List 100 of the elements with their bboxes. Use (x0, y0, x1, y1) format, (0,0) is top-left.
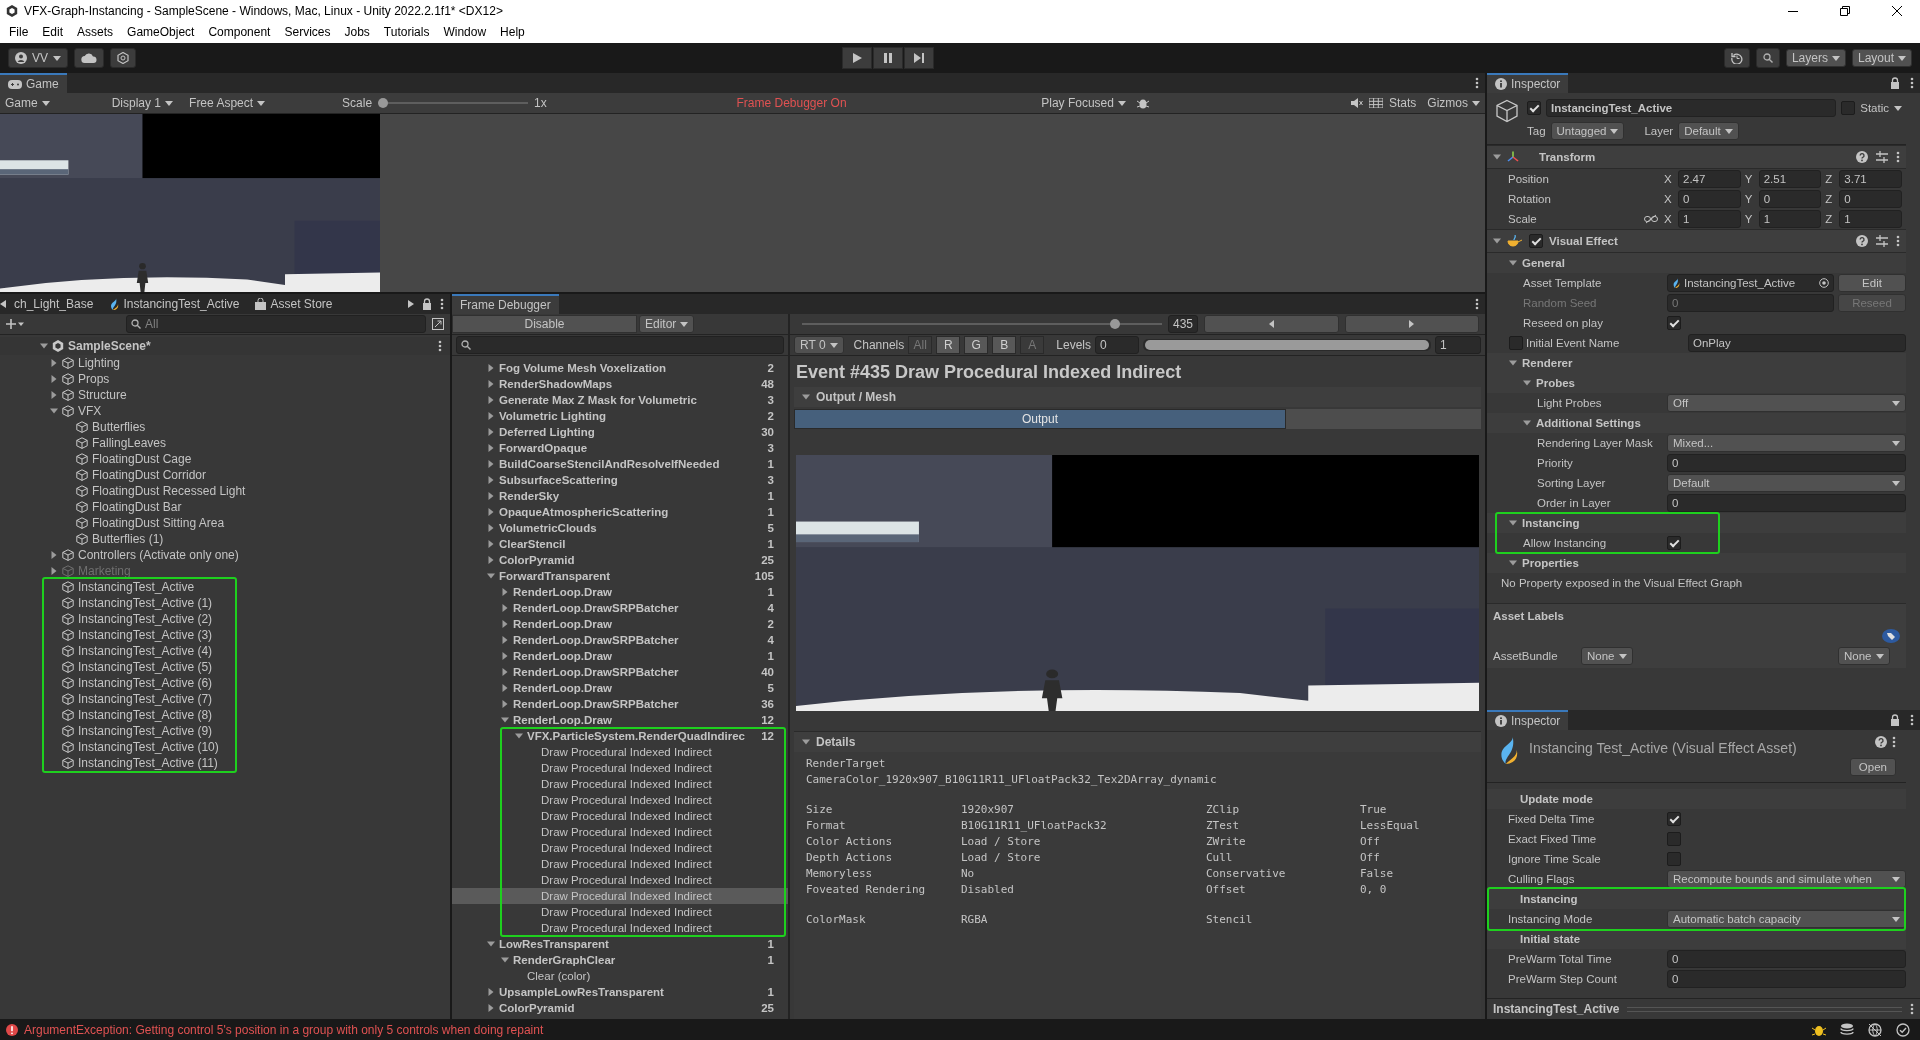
caret-icon[interactable] (501, 956, 509, 964)
section-header[interactable]: Properties (1487, 553, 1906, 573)
hierarchy-tab[interactable]: ch_Light_Base (6, 294, 102, 314)
event-item[interactable]: Volumetric Lighting 2 (452, 408, 788, 424)
caret-icon[interactable] (487, 380, 495, 388)
hierarchy-item[interactable]: InstancingTest_Active (0, 579, 450, 595)
text-field[interactable]: 0 (1678, 190, 1741, 208)
object-field[interactable]: InstancingTest_Active (1667, 274, 1834, 292)
caret-icon[interactable] (802, 738, 810, 746)
dropdown[interactable]: Mixed... (1667, 434, 1906, 452)
more-icon[interactable] (1475, 298, 1479, 310)
caret-icon[interactable] (487, 412, 495, 420)
hierarchy-item[interactable]: Butterflies (1) (0, 531, 450, 547)
more-icon[interactable] (438, 340, 442, 352)
caret-icon[interactable] (487, 1004, 495, 1012)
checkbox[interactable] (1667, 536, 1681, 550)
event-slider[interactable] (802, 318, 1162, 330)
search-field[interactable] (456, 336, 784, 354)
lock-icon[interactable] (1890, 77, 1900, 89)
help-icon[interactable] (1875, 736, 1887, 748)
caret-icon[interactable] (1523, 379, 1531, 387)
event-item[interactable]: ClearStencil 1 (452, 536, 788, 552)
checkbox[interactable] (1667, 852, 1681, 866)
event-item[interactable]: Draw Procedural Indexed Indirect (452, 920, 788, 936)
caret-icon[interactable] (1509, 359, 1517, 367)
event-item[interactable]: RenderGraphClear 1 (452, 952, 788, 968)
event-item[interactable]: RenderLoop.DrawSRPBatcher 40 (452, 664, 788, 680)
text-field[interactable]: 2.47 (1678, 170, 1741, 188)
caret-icon[interactable] (40, 342, 48, 350)
slider-thumb[interactable] (378, 98, 389, 108)
component-header[interactable]: Transform (1487, 145, 1906, 169)
database-icon[interactable] (1840, 1022, 1854, 1037)
hierarchy-item[interactable]: VFX (0, 403, 450, 419)
event-item[interactable]: RenderLoop.Draw 12 (452, 712, 788, 728)
text-field[interactable]: 1 (1839, 210, 1902, 228)
caret-icon[interactable] (50, 359, 58, 367)
caret-icon[interactable] (1509, 559, 1517, 567)
checkbox[interactable] (1841, 101, 1856, 115)
inspector-tab[interactable]: Inspector (1487, 710, 1569, 730)
variant-dropdown[interactable]: None (1838, 647, 1890, 665)
caret-icon[interactable] (501, 700, 509, 708)
channel-toggle[interactable]: G (964, 336, 989, 354)
caret-icon[interactable] (487, 460, 495, 468)
event-item[interactable]: Draw Procedural Indexed Indirect (452, 888, 788, 904)
event-item[interactable]: Generate Max Z Mask for Volumetric 3 (452, 392, 788, 408)
hierarchy-item[interactable]: InstancingTest_Active (6) (0, 675, 450, 691)
event-item[interactable]: Draw Procedural Indexed Indirect (452, 776, 788, 792)
search-button[interactable] (1755, 48, 1780, 68)
caret-icon[interactable] (1493, 237, 1501, 245)
event-item[interactable]: Draw Procedural Indexed Indirect (452, 856, 788, 872)
broken-link-icon[interactable] (1644, 214, 1658, 224)
hierarchy-item[interactable]: Structure (0, 387, 450, 403)
view-dropdown[interactable]: Game (0, 95, 55, 111)
more-icon[interactable] (1910, 1003, 1914, 1015)
display-dropdown[interactable]: Display 1 (106, 95, 179, 111)
checkbox[interactable] (1667, 316, 1681, 330)
caret-icon[interactable] (487, 364, 495, 372)
more-icon[interactable] (1910, 77, 1914, 89)
caret-icon[interactable] (501, 668, 509, 676)
menu-item[interactable]: Tutorials (376, 25, 437, 39)
hierarchy-tab[interactable]: InstancingTest_Active (101, 294, 248, 314)
caret-icon[interactable] (1509, 259, 1517, 267)
dropdown[interactable]: Off (1667, 394, 1906, 412)
caret-icon[interactable] (50, 407, 58, 415)
step-button[interactable] (904, 47, 934, 69)
close-icon[interactable] (1892, 5, 1902, 16)
event-item[interactable]: RenderLoop.DrawSRPBatcher 4 (452, 600, 788, 616)
caret-icon[interactable] (487, 428, 495, 436)
event-item[interactable]: Clear (color) (452, 968, 788, 984)
asset-bundle-dropdown[interactable]: None (1581, 647, 1633, 665)
caret-icon[interactable] (501, 636, 509, 644)
play-mode-dropdown[interactable]: Play Focused (1036, 95, 1131, 111)
error-message[interactable]: ArgumentException: Getting control 5's position in a group with only 5 controls when doing repaint (24, 1022, 544, 1037)
hierarchy-tab[interactable]: Asset Store (247, 294, 341, 314)
caret-icon[interactable] (50, 391, 58, 399)
event-item[interactable]: Draw Procedural Indexed Indirect (452, 760, 788, 776)
text-field[interactable]: OnPlay (1688, 334, 1906, 352)
tag-icon[interactable] (1882, 629, 1900, 643)
caret-icon[interactable] (487, 572, 495, 580)
menu-item[interactable]: Assets (70, 25, 121, 39)
checkbox[interactable] (1529, 234, 1543, 248)
hierarchy-item[interactable]: FloatingDust Sitting Area (0, 515, 450, 531)
hierarchy-item[interactable]: FloatingDust Recessed Light (0, 483, 450, 499)
expand-window-icon[interactable] (432, 318, 444, 330)
text-field[interactable]: 0 (1667, 454, 1906, 472)
output-tab[interactable]: Output (794, 409, 1286, 429)
history-button[interactable] (1723, 48, 1750, 68)
hierarchy-item[interactable]: InstancingTest_Active (1) (0, 595, 450, 611)
event-item[interactable]: BuildCoarseStencilAndResolveIfNeeded 1 (452, 456, 788, 472)
section-header[interactable]: Output / Mesh (794, 387, 1481, 407)
text-field[interactable]: 0 (1839, 190, 1902, 208)
event-item[interactable]: ForwardTransparent 105 (452, 568, 788, 584)
restore-icon[interactable] (1840, 5, 1850, 16)
text-field[interactable]: 1 (1678, 210, 1741, 228)
event-item[interactable]: RenderLoop.Draw 1 (452, 584, 788, 600)
lock-icon[interactable] (422, 298, 432, 310)
hierarchy-item[interactable]: InstancingTest_Active (8) (0, 707, 450, 723)
caret-icon[interactable] (1509, 519, 1517, 527)
caret-icon[interactable] (50, 551, 58, 559)
edit-button[interactable]: Edit (1838, 274, 1906, 292)
